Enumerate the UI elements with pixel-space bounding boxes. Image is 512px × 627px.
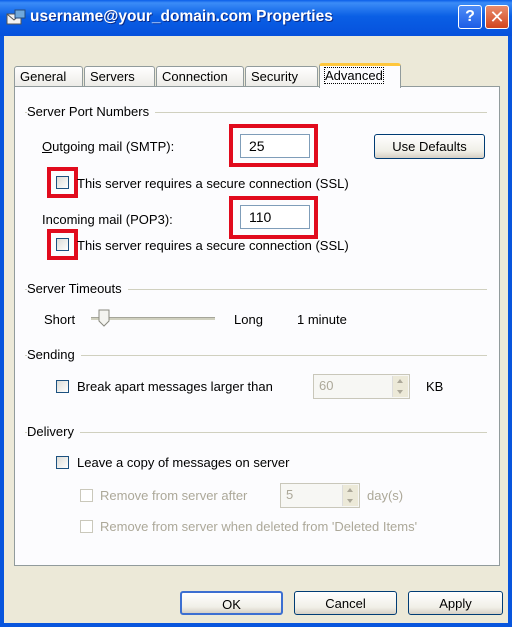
break-apart-label: Break apart messages larger than	[77, 379, 273, 394]
ok-button[interactable]: OK	[180, 591, 283, 615]
remove-deleted-checkbox	[80, 520, 93, 533]
properties-window: username@your_domain.com Properties ? ✕ …	[0, 0, 512, 627]
leave-copy-checkbox[interactable]	[56, 456, 69, 469]
tab-connection[interactable]: Connection	[156, 66, 244, 87]
group-divider	[25, 432, 487, 433]
incoming-label: Incoming mail (POP3):	[42, 212, 173, 227]
tab-servers[interactable]: Servers	[84, 66, 155, 87]
apply-button[interactable]: Apply	[408, 591, 503, 615]
remove-after-label: Remove from server after	[100, 488, 248, 503]
remove-deleted-label: Remove from server when deleted from 'De…	[100, 519, 418, 534]
long-label: Long	[234, 312, 263, 327]
days-unit: day(s)	[367, 488, 404, 503]
remove-after-checkbox	[80, 489, 93, 502]
pop3-ssl-label: This server requires a secure connection…	[77, 238, 349, 253]
days-spinner: 5	[280, 483, 360, 508]
spinner-arrows	[392, 376, 408, 397]
group-title-timeouts: Server Timeouts	[27, 281, 128, 296]
size-unit: KB	[426, 379, 444, 394]
use-defaults-button[interactable]: Use Defaults	[374, 134, 485, 159]
highlight-box	[47, 229, 78, 260]
short-label: Short	[44, 312, 76, 327]
days-value: 5	[286, 487, 294, 502]
dialog-body: General Servers Connection Security Adva…	[4, 36, 508, 623]
smtp-ssl-label: This server requires a secure connection…	[77, 176, 349, 191]
break-apart-checkbox[interactable]	[56, 380, 69, 393]
tab-security[interactable]: Security	[245, 66, 318, 87]
outgoing-label: Outgoing mail (SMTP):	[42, 139, 175, 154]
group-title-sending: Sending	[27, 347, 81, 362]
group-divider	[25, 355, 487, 356]
group-title-delivery: Delivery	[27, 424, 80, 439]
tab-advanced[interactable]: Advanced	[319, 63, 401, 88]
highlight-box	[47, 167, 78, 198]
window-title: username@your_domain.com Properties	[30, 8, 333, 25]
mail-account-icon	[6, 9, 26, 25]
advanced-panel: Server Port Numbers Outgoing mail (SMTP)…	[14, 86, 500, 566]
cancel-button[interactable]: Cancel	[294, 591, 397, 615]
group-title-ports: Server Port Numbers	[27, 104, 156, 119]
leave-copy-label: Leave a copy of messages on server	[77, 455, 290, 470]
timeout-slider-thumb[interactable]	[98, 309, 110, 327]
message-size-value: 60	[319, 378, 334, 393]
message-size-spinner: 60	[313, 374, 410, 399]
highlight-box	[229, 124, 318, 167]
timeout-value: 1 minute	[297, 312, 347, 327]
highlight-box	[229, 196, 318, 239]
tab-general[interactable]: General	[14, 66, 83, 87]
spinner-arrows	[342, 485, 358, 506]
title-bar[interactable]: username@your_domain.com Properties ? ✕	[0, 0, 512, 36]
help-button[interactable]: ?	[458, 5, 482, 29]
close-button[interactable]: ✕	[485, 5, 509, 29]
